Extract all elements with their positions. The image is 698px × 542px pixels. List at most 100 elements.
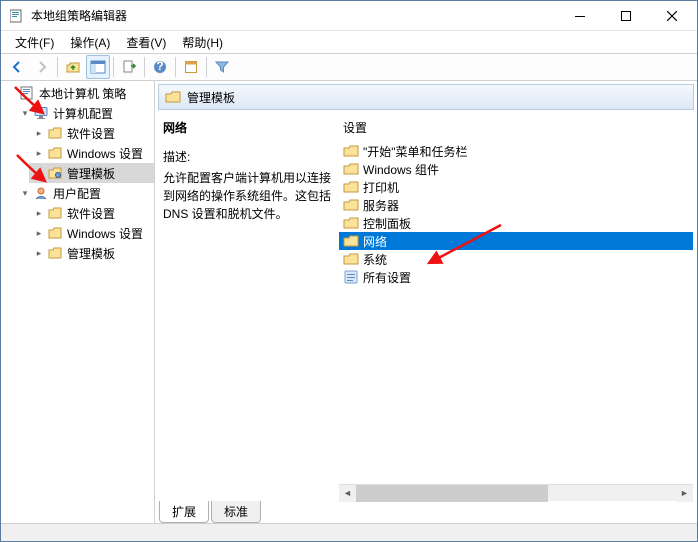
minimize-button[interactable]	[557, 1, 603, 31]
settings-item[interactable]: 系统	[339, 250, 693, 268]
folder-icon	[343, 197, 359, 213]
tree-label: 本地计算机 策略	[39, 85, 126, 102]
menu-bar: 文件(F) 操作(A) 查看(V) 帮助(H)	[1, 31, 697, 53]
settings-item[interactable]: 服务器	[339, 196, 693, 214]
caret-right-icon[interactable]: ▸	[33, 247, 45, 259]
folder-icon	[343, 161, 359, 177]
status-bar	[1, 523, 697, 541]
tree-node-admin-templates[interactable]: ▸ 管理模板	[29, 243, 154, 263]
tree-node-computer-config[interactable]: ▾ 计算机配置	[15, 103, 154, 123]
horizontal-scrollbar[interactable]: ◄ ►	[339, 484, 693, 501]
settings-item[interactable]: Windows 组件	[339, 160, 693, 178]
toolbar-separator	[144, 57, 145, 77]
tree-node-software-settings[interactable]: ▸ 软件设置	[29, 203, 154, 223]
help-button[interactable]: ?	[148, 55, 172, 79]
toolbar-separator	[57, 57, 58, 77]
settings-item-label: 打印机	[363, 179, 399, 196]
settings-item-label: 所有设置	[363, 269, 411, 286]
tree-node-software-settings[interactable]: ▸ 软件设置	[29, 123, 154, 143]
tree-node-windows-settings[interactable]: ▸ Windows 设置	[29, 143, 154, 163]
detail-header: 管理模板	[158, 84, 694, 110]
toolbar-separator	[113, 57, 114, 77]
tab-extended[interactable]: 扩展	[159, 501, 209, 523]
settings-item[interactable]: 控制面板	[339, 214, 693, 232]
settings-list[interactable]: "开始"菜单和任务栏Windows 组件打印机服务器控制面板网络系统所有设置	[339, 142, 693, 484]
navigation-tree[interactable]: 本地计算机 策略 ▾ 计算机配置 ▸ 软件设置	[1, 81, 155, 523]
export-list-button[interactable]	[117, 55, 141, 79]
description-text: 允许配置客户端计算机用以连接到网络的操作系统组件。这包括 DNS 设置和脱机文件…	[163, 169, 331, 223]
tree-label: Windows 设置	[67, 145, 143, 162]
menu-help[interactable]: 帮助(H)	[176, 32, 229, 53]
tree-label: 软件设置	[67, 205, 115, 222]
caret-right-icon[interactable]: ▸	[33, 227, 45, 239]
close-button[interactable]	[649, 1, 695, 31]
folder-icon	[47, 205, 63, 221]
tree-label: 用户配置	[53, 185, 101, 202]
caret-right-icon[interactable]: ▸	[33, 207, 45, 219]
tree-label: 管理模板	[67, 245, 115, 262]
scrollbar-thumb[interactable]	[356, 485, 548, 502]
forward-button[interactable]	[30, 55, 54, 79]
folder-icon	[47, 245, 63, 261]
folder-icon	[343, 215, 359, 231]
menu-action[interactable]: 操作(A)	[64, 32, 116, 53]
settings-item[interactable]: 所有设置	[339, 268, 693, 286]
properties-button[interactable]	[179, 55, 203, 79]
menu-view[interactable]: 查看(V)	[120, 32, 172, 53]
view-tabs: 扩展 标准	[155, 501, 697, 523]
svg-text:?: ?	[156, 59, 163, 73]
maximize-button[interactable]	[603, 1, 649, 31]
caret-right-icon[interactable]: ▸	[33, 167, 45, 179]
back-button[interactable]	[5, 55, 29, 79]
show-hide-tree-button[interactable]	[86, 55, 110, 79]
settings-item[interactable]: 网络	[339, 232, 693, 250]
scroll-right-button[interactable]: ►	[676, 485, 693, 502]
settings-item-label: 控制面板	[363, 215, 411, 232]
settings-icon	[343, 269, 359, 285]
folder-icon	[343, 143, 359, 159]
caret-right-icon[interactable]: ▸	[33, 127, 45, 139]
toolbar-separator	[206, 57, 207, 77]
tree-label: 计算机配置	[53, 105, 113, 122]
folder-icon	[165, 89, 181, 105]
computer-icon	[33, 105, 49, 121]
tree-label: 管理模板	[67, 165, 115, 182]
user-icon	[33, 185, 49, 201]
folder-icon	[47, 145, 63, 161]
settings-item-label: 系统	[363, 251, 387, 268]
tab-standard[interactable]: 标准	[211, 501, 261, 523]
tree-node-root[interactable]: 本地计算机 策略	[1, 83, 154, 103]
toolbar-separator	[175, 57, 176, 77]
folder-icon	[343, 233, 359, 249]
caret-right-icon[interactable]: ▸	[33, 147, 45, 159]
window-title: 本地组策略编辑器	[31, 7, 557, 24]
settings-item[interactable]: "开始"菜单和任务栏	[339, 142, 693, 160]
tree-node-windows-settings[interactable]: ▸ Windows 设置	[29, 223, 154, 243]
settings-item[interactable]: 打印机	[339, 178, 693, 196]
folder-icon	[47, 225, 63, 241]
settings-column-header[interactable]: 设置	[339, 113, 693, 142]
tree-label: Windows 设置	[67, 225, 143, 242]
folder-icon	[343, 179, 359, 195]
tree-node-user-config[interactable]: ▾ 用户配置	[15, 183, 154, 203]
templates-icon	[47, 165, 63, 181]
caret-down-icon[interactable]: ▾	[19, 187, 31, 199]
toolbar: ?	[1, 53, 697, 81]
menu-file[interactable]: 文件(F)	[9, 32, 60, 53]
scrollbar-track[interactable]	[356, 485, 676, 502]
filter-button[interactable]	[210, 55, 234, 79]
caret-down-icon[interactable]: ▾	[19, 107, 31, 119]
tree-label: 软件设置	[67, 125, 115, 142]
description-label: 描述:	[163, 148, 331, 165]
up-level-button[interactable]	[61, 55, 85, 79]
scroll-left-button[interactable]: ◄	[339, 485, 356, 502]
settings-item-label: "开始"菜单和任务栏	[363, 143, 468, 160]
caret-down-icon[interactable]	[5, 87, 17, 99]
category-title: 网络	[163, 119, 331, 136]
settings-item-label: 服务器	[363, 197, 399, 214]
tree-node-admin-templates[interactable]: ▸ 管理模板	[29, 163, 154, 183]
app-icon	[9, 8, 25, 24]
folder-icon	[47, 125, 63, 141]
settings-item-label: Windows 组件	[363, 161, 439, 178]
policy-icon	[19, 85, 35, 101]
